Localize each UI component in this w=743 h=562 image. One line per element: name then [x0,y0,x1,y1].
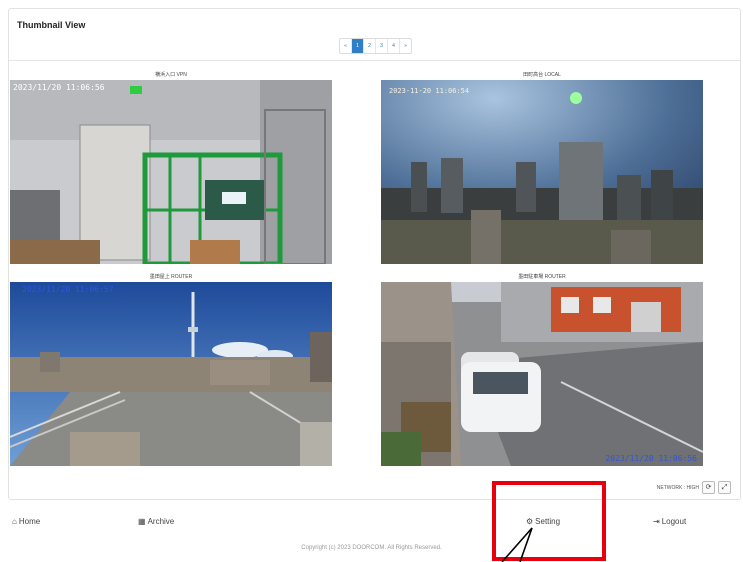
copyright-text: Copyright (c) 2023 DOORCOM. All Rights R… [301,545,442,551]
network-status-bar: NETWORK : HIGH ⟳ ⤢ [657,481,731,494]
annotation-arrow [501,527,533,562]
camera-2-timestamp: 2023-11-20 11:06:54 [389,87,470,95]
camera-1-thumbnail[interactable]: 2023/11/20 11:06:56 [10,80,332,264]
page-4-button[interactable]: 4 [388,39,400,53]
refresh-icon[interactable]: ⟳ [702,481,715,494]
page-2-button[interactable]: 2 [364,39,376,53]
home-icon: ⌂ [12,517,17,526]
page-next-button[interactable]: » [400,39,411,53]
camera-4-label: 墨田駐車場 ROUTER [518,274,566,280]
footer-nav: ⌂ Home ▦ Archive ⚙ Setting ⇥ Logout [0,517,743,533]
expand-icon[interactable]: ⤢ [718,481,731,494]
camera-3-thumbnail[interactable]: 2023/11/20 11:06:57 [10,282,332,466]
nav-home[interactable]: ⌂ Home [12,517,40,526]
nav-logout[interactable]: ⇥ Logout [653,517,686,526]
camera-4-timestamp: 2023/11/20 11:06:56 [605,454,697,463]
logout-icon: ⇥ [653,517,660,526]
nav-logout-label: Logout [661,517,687,526]
panel-divider [9,60,740,61]
camera-2-label: 田町高台 LOCAL [523,72,561,78]
page-3-button[interactable]: 3 [376,39,388,53]
camera-1-timestamp: 2023/11/20 11:06:56 [13,83,105,92]
nav-archive-label: Archive [147,517,175,526]
film-icon: ▦ [138,517,146,526]
camera-3-label: 墨田屋上 ROUTER [149,274,193,280]
page-1-button[interactable]: 1 [352,39,364,53]
network-status-label: NETWORK : HIGH [656,484,699,491]
camera-1-label: 横浜入口 VPN [155,72,187,78]
panel-title: Thumbnail View [17,20,86,30]
camera-2-thumbnail[interactable]: 2023-11-20 11:06:54 [381,80,703,264]
page-prev-button[interactable]: « [340,39,352,53]
thumbnail-panel: Thumbnail View « 1 2 3 4 » 横浜入口 VPN 2023… [8,8,741,500]
camera-3-timestamp: 2023/11/20 11:06:57 [22,285,114,294]
nav-home-label: Home [18,517,41,526]
camera-4-thumbnail[interactable]: 2023/11/20 11:06:56 [381,282,703,466]
pagination: « 1 2 3 4 » [339,38,412,54]
nav-archive[interactable]: ▦ Archive [138,517,174,526]
